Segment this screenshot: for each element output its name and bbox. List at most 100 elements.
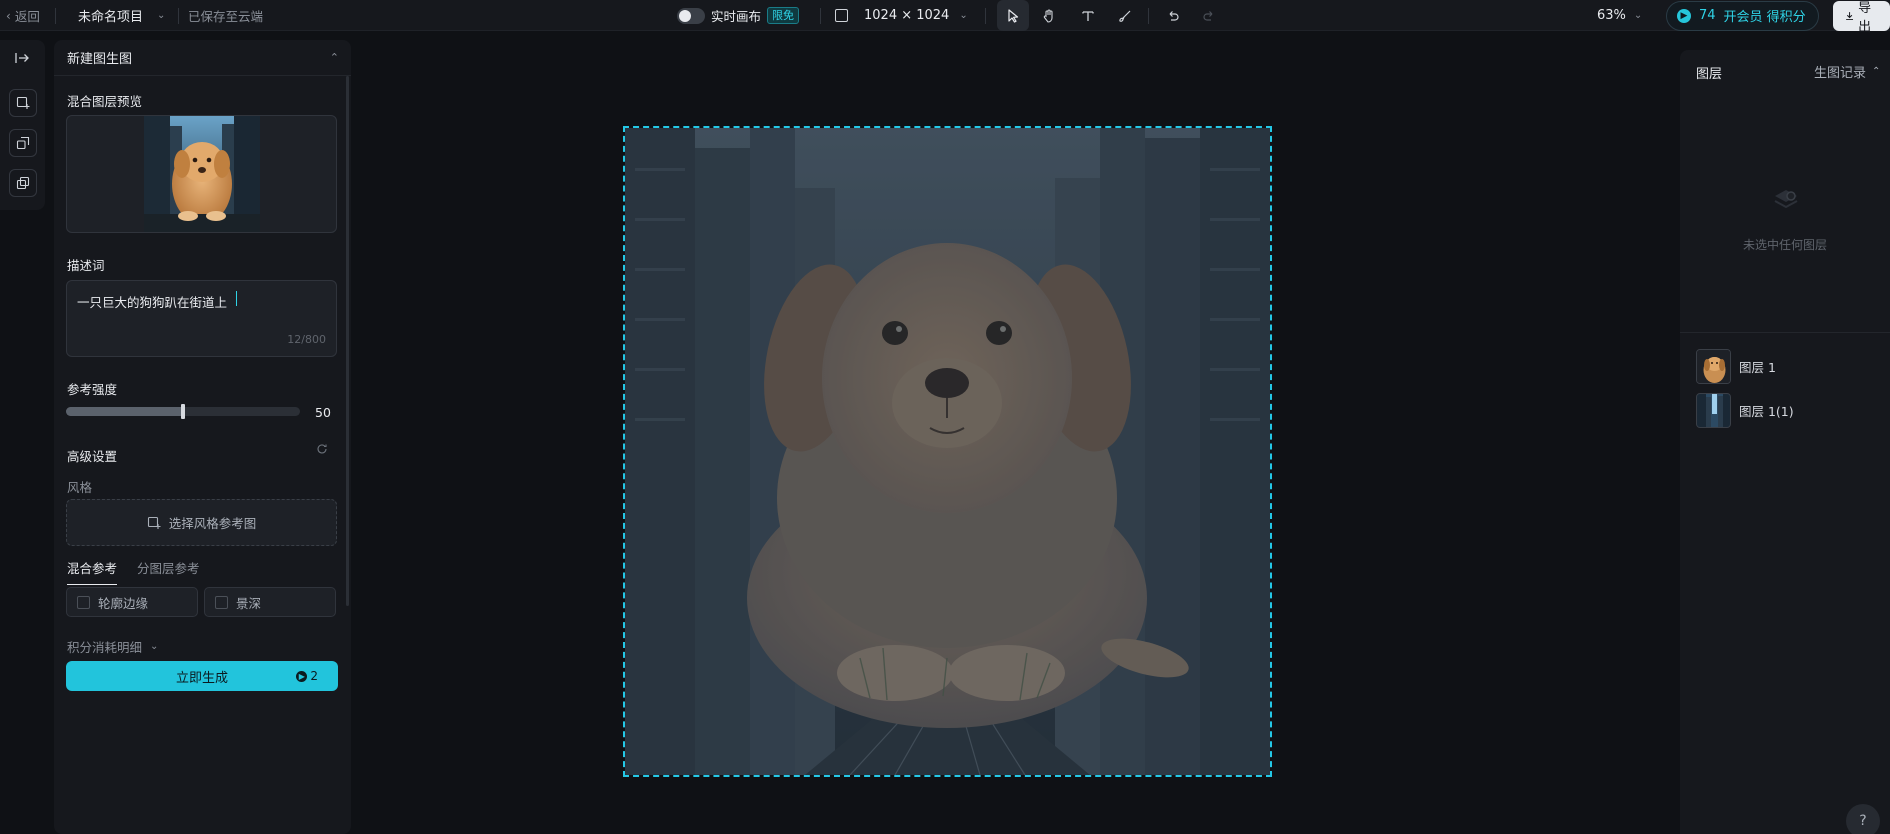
empty-layers-icon [1772,186,1800,214]
canvas-artboard[interactable] [623,126,1272,777]
layer-transform-button[interactable] [9,129,37,157]
layer-item[interactable]: 图层 1(1) [1696,392,1794,428]
generate-button[interactable]: 立即生成 ▶ 2 [66,661,338,691]
select-style-reference-button[interactable]: 选择风格参考图 [66,499,337,546]
left-tool-rail [0,40,45,210]
slider-fill [66,407,183,416]
preview-label: 混合图层预览 [67,94,143,109]
chevron-up-icon: ⌃ [1872,66,1881,77]
reference-tabs: 混合参考 分图层参考 [67,558,200,585]
project-name: 未命名项目 [78,10,144,25]
expand-arrow-icon [15,53,29,63]
prompt-textarea[interactable]: 一只巨大的狗狗趴在街道上 12/800 [66,280,337,357]
contour-edge-option[interactable]: 轮廓边缘 [66,587,198,617]
advanced-settings-label: 高级设置 [67,449,118,464]
zoom-dropdown[interactable]: 63% ⌄ [1597,0,1642,31]
prompt-char-count: 12/800 [287,333,326,346]
canvas-size-dropdown[interactable]: 1024 × 1024 ⌄ [835,0,968,31]
empty-layers-text: 未选中任何图层 [1742,238,1827,252]
tab-generation-history[interactable]: 生图记录 ⌃ [1814,62,1880,81]
text-icon [1082,10,1094,21]
chevron-left-icon: ‹ [6,8,11,23]
reset-icon[interactable] [316,443,328,459]
realtime-label: 实时画布 [711,9,762,24]
chevron-up-icon[interactable]: ⌃ [330,51,339,64]
credit-coin-icon: ▶ [296,670,308,682]
chevron-down-icon: ⌄ [157,10,166,21]
cost-detail-label: 积分消耗明细 [67,640,143,655]
strength-slider[interactable] [66,404,300,419]
tab-layers[interactable]: 图层 [1696,63,1722,82]
cost-detail-toggle[interactable]: 积分消耗明细 ⌄ [67,637,158,656]
option-label: 景深 [236,595,262,611]
divider [985,7,986,24]
depth-of-field-option[interactable]: 景深 [204,587,336,617]
divider [1680,332,1890,333]
toggle-switch[interactable] [677,7,705,24]
layer-thumbnail [1696,348,1731,384]
layers-panel: 图层 生图记录 ⌃ 未选中任何图层 图层 1 图层 1(1) [1680,50,1890,834]
text-tool-button[interactable] [1072,0,1104,31]
style-button-label: 选择风格参考图 [168,516,257,531]
brush-tool-button[interactable] [1109,0,1141,31]
realtime-canvas-toggle[interactable]: 实时画布 限免 [677,0,800,31]
layer-swap-icon [16,136,30,150]
checkbox[interactable] [215,595,228,609]
cursor-arrow-icon [1008,8,1019,23]
hand-icon [1043,8,1053,23]
layer-item[interactable]: 图层 1 [1696,348,1776,384]
credits-pill[interactable]: ▶ 74 开会员 得积分 [1666,0,1819,31]
chevron-down-icon: ⌄ [959,10,968,21]
membership-link[interactable]: 开会员 得积分 [1724,6,1806,25]
layer-name: 图层 1 [1739,359,1776,375]
tab-blend-reference[interactable]: 混合参考 [67,558,118,585]
free-badge: 限免 [767,7,800,24]
export-label: 导出 [1858,0,1872,35]
top-bar: ‹ 返回 未命名项目 ⌄ 已保存至云端 实时画布 限免 1024 × 1024 … [0,0,1890,35]
help-label: ? [1859,813,1867,829]
help-button[interactable]: ? [1846,804,1880,834]
image-to-image-panel: 新建图生图 ⌃ 混合图层预览 描述词 一只巨大的狗狗趴在街道上 12/800 参… [54,40,351,834]
hand-tool-button[interactable] [1033,0,1065,31]
redo-icon [1203,10,1213,21]
generated-image [625,128,1270,775]
zoom-level: 63% [1597,8,1626,23]
divider [1148,7,1149,24]
strength-label: 参考强度 [67,382,118,397]
image-to-image-button[interactable] [9,89,37,117]
checkbox[interactable] [77,595,90,609]
brush-icon [1119,10,1131,22]
panel-scrollbar[interactable] [346,76,349,606]
select-tool-button[interactable] [997,0,1029,31]
prompt-label: 描述词 [67,258,105,273]
blend-layer-preview [66,115,337,233]
credits-count: 74 [1699,8,1716,23]
layers-stack-button[interactable] [9,169,37,197]
redo-button[interactable] [1193,0,1225,31]
canvas-size: 1024 × 1024 [864,8,950,23]
generate-cost: ▶ 2 [296,661,318,691]
layer-thumbnail [1696,392,1731,428]
back-label: 返回 [14,9,40,24]
text-caret [236,291,237,306]
history-label: 生图记录 [1814,66,1867,81]
export-button[interactable]: 导出 [1833,0,1890,35]
slider-handle[interactable] [181,404,185,419]
copy-layers-icon [16,176,30,190]
tab-layer-reference[interactable]: 分图层参考 [137,558,200,585]
divider [820,7,821,24]
generate-label: 立即生成 [175,670,228,686]
option-label: 轮廓边缘 [98,595,149,611]
back-button[interactable]: ‹ 返回 [6,0,40,31]
collapse-panel-button[interactable] [14,51,30,69]
chevron-down-icon: ⌄ [1633,10,1643,21]
generate-cost-value: 2 [310,669,318,683]
save-status: 已保存至云端 [188,9,264,24]
prompt-text: 一只巨大的狗狗趴在街道上 [77,295,228,310]
project-name-dropdown[interactable]: 未命名项目 ⌄ [78,0,165,31]
undo-button[interactable] [1157,0,1189,31]
image-add-icon [16,96,30,109]
undo-icon [1169,10,1179,21]
style-label: 风格 [67,480,93,495]
image-add-icon [147,516,161,529]
